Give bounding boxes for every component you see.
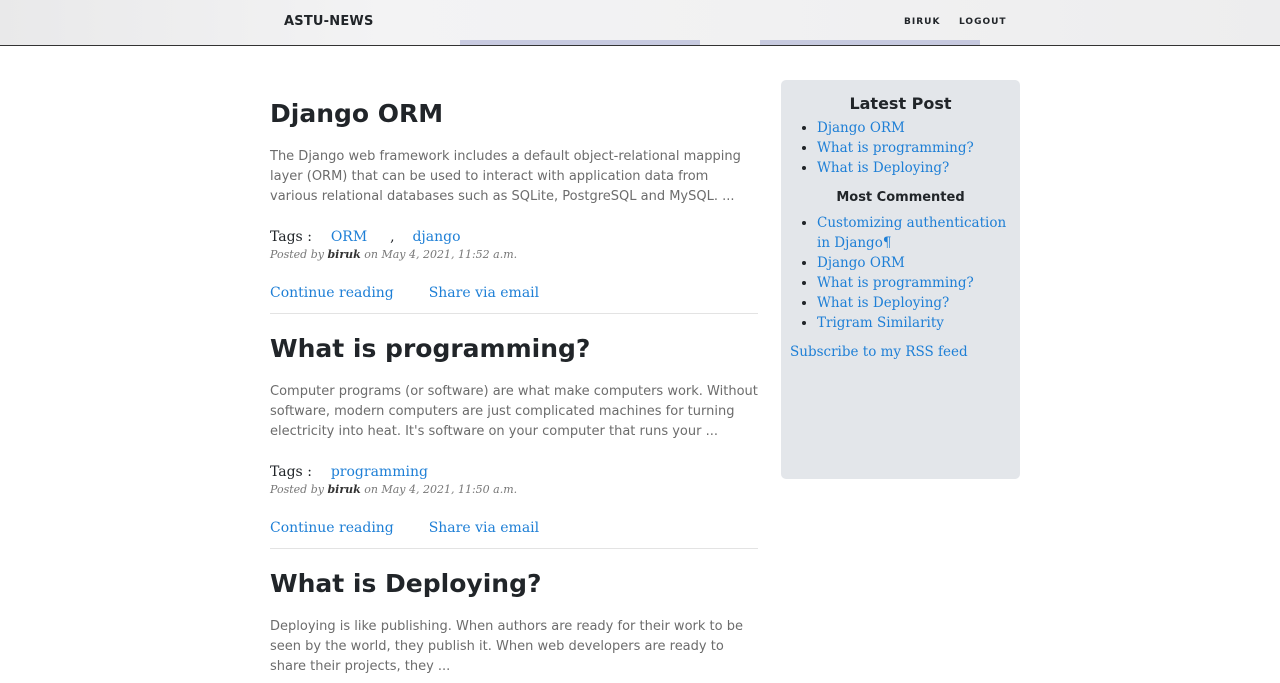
most-commented-link[interactable]: Customizing authentication in Django¶ bbox=[817, 215, 1006, 251]
post-actions: Continue reading Share via email bbox=[270, 283, 758, 303]
post-date: May 4, 2021, 11:52 a.m. bbox=[381, 248, 518, 261]
latest-post-heading: Latest Post bbox=[849, 94, 952, 113]
posted-by-label: Posted by bbox=[270, 483, 324, 496]
post-title-link[interactable]: Django ORM bbox=[270, 99, 758, 129]
post-tags: Tags : ORM , django bbox=[270, 227, 758, 247]
post-item: Django ORM The Django web framework incl… bbox=[270, 80, 758, 314]
tag-separator: , bbox=[390, 229, 395, 245]
top-navbar: ASTU-NEWS BIRUK LOGOUT bbox=[0, 0, 1280, 46]
continue-reading-link[interactable]: Continue reading bbox=[270, 285, 394, 301]
tags-label: Tags : bbox=[270, 464, 312, 480]
list-item: What is programming? bbox=[817, 138, 1020, 158]
latest-post-link[interactable]: Django ORM bbox=[817, 120, 905, 136]
site-brand-link[interactable]: ASTU-NEWS bbox=[284, 14, 374, 29]
list-item: Django ORM bbox=[817, 118, 1020, 138]
most-commented-link[interactable]: What is Deploying? bbox=[817, 295, 949, 311]
tag-link-django[interactable]: django bbox=[412, 229, 460, 245]
share-via-email-link[interactable]: Share via email bbox=[429, 285, 539, 301]
post-item: What is Deploying? Deploying is like pub… bbox=[270, 549, 758, 677]
post-item: What is programming? Computer programs (… bbox=[270, 314, 758, 549]
header-background-image bbox=[140, 22, 151, 45]
list-item: Trigram Similarity bbox=[817, 313, 1010, 333]
post-meta: Posted by biruk on May 4, 2021, 11:52 a.… bbox=[270, 247, 758, 263]
post-title-link[interactable]: What is programming? bbox=[270, 334, 758, 364]
list-item: What is Deploying? bbox=[817, 293, 1010, 313]
post-list: Django ORM The Django web framework incl… bbox=[270, 80, 758, 677]
header-background-stripe bbox=[460, 40, 700, 45]
tag-link-orm[interactable]: ORM bbox=[331, 229, 367, 245]
list-item: What is programming? bbox=[817, 273, 1010, 293]
nav-logout-link[interactable]: LOGOUT bbox=[959, 17, 1007, 27]
posted-by-label: Posted by bbox=[270, 248, 324, 261]
post-on-label: on bbox=[364, 248, 378, 261]
latest-post-link[interactable]: What is Deploying? bbox=[817, 160, 949, 176]
most-commented-link[interactable]: What is programming? bbox=[817, 275, 974, 291]
post-date: May 4, 2021, 11:50 a.m. bbox=[381, 483, 518, 496]
tags-label: Tags : bbox=[270, 229, 312, 245]
most-commented-link[interactable]: Django ORM bbox=[817, 255, 905, 271]
post-meta: Posted by biruk on May 4, 2021, 11:50 a.… bbox=[270, 482, 758, 498]
post-author: biruk bbox=[327, 248, 361, 261]
nav-user-link[interactable]: BIRUK bbox=[904, 17, 940, 27]
list-item: What is Deploying? bbox=[817, 158, 1020, 178]
most-commented-link[interactable]: Trigram Similarity bbox=[817, 315, 944, 331]
post-tags: Tags : programming bbox=[270, 462, 758, 482]
most-commented-list: Customizing authentication in Django¶ Dj… bbox=[781, 213, 1020, 333]
latest-post-link[interactable]: What is programming? bbox=[817, 140, 974, 156]
post-excerpt: Computer programs (or software) are what… bbox=[270, 384, 758, 439]
latest-post-list: Django ORM What is programming? What is … bbox=[781, 118, 1020, 178]
rss-subscribe-link[interactable]: Subscribe to my RSS feed bbox=[790, 344, 968, 360]
share-via-email-link[interactable]: Share via email bbox=[429, 520, 539, 536]
tag-link-programming[interactable]: programming bbox=[331, 464, 428, 480]
post-author: biruk bbox=[327, 483, 361, 496]
header-background-stripe bbox=[760, 40, 980, 45]
sidebar: Latest Post Django ORM What is programmi… bbox=[781, 80, 1020, 479]
most-commented-heading: Most Commented bbox=[836, 190, 965, 205]
post-actions: Continue reading Share via email bbox=[270, 518, 758, 538]
post-title-link[interactable]: What is Deploying? bbox=[270, 569, 758, 599]
list-item: Django ORM bbox=[817, 253, 1010, 273]
post-excerpt: Deploying is like publishing. When autho… bbox=[270, 619, 743, 674]
post-on-label: on bbox=[364, 483, 378, 496]
continue-reading-link[interactable]: Continue reading bbox=[270, 520, 394, 536]
list-item: Customizing authentication in Django¶ bbox=[817, 213, 1010, 253]
post-excerpt: The Django web framework includes a defa… bbox=[270, 149, 741, 204]
